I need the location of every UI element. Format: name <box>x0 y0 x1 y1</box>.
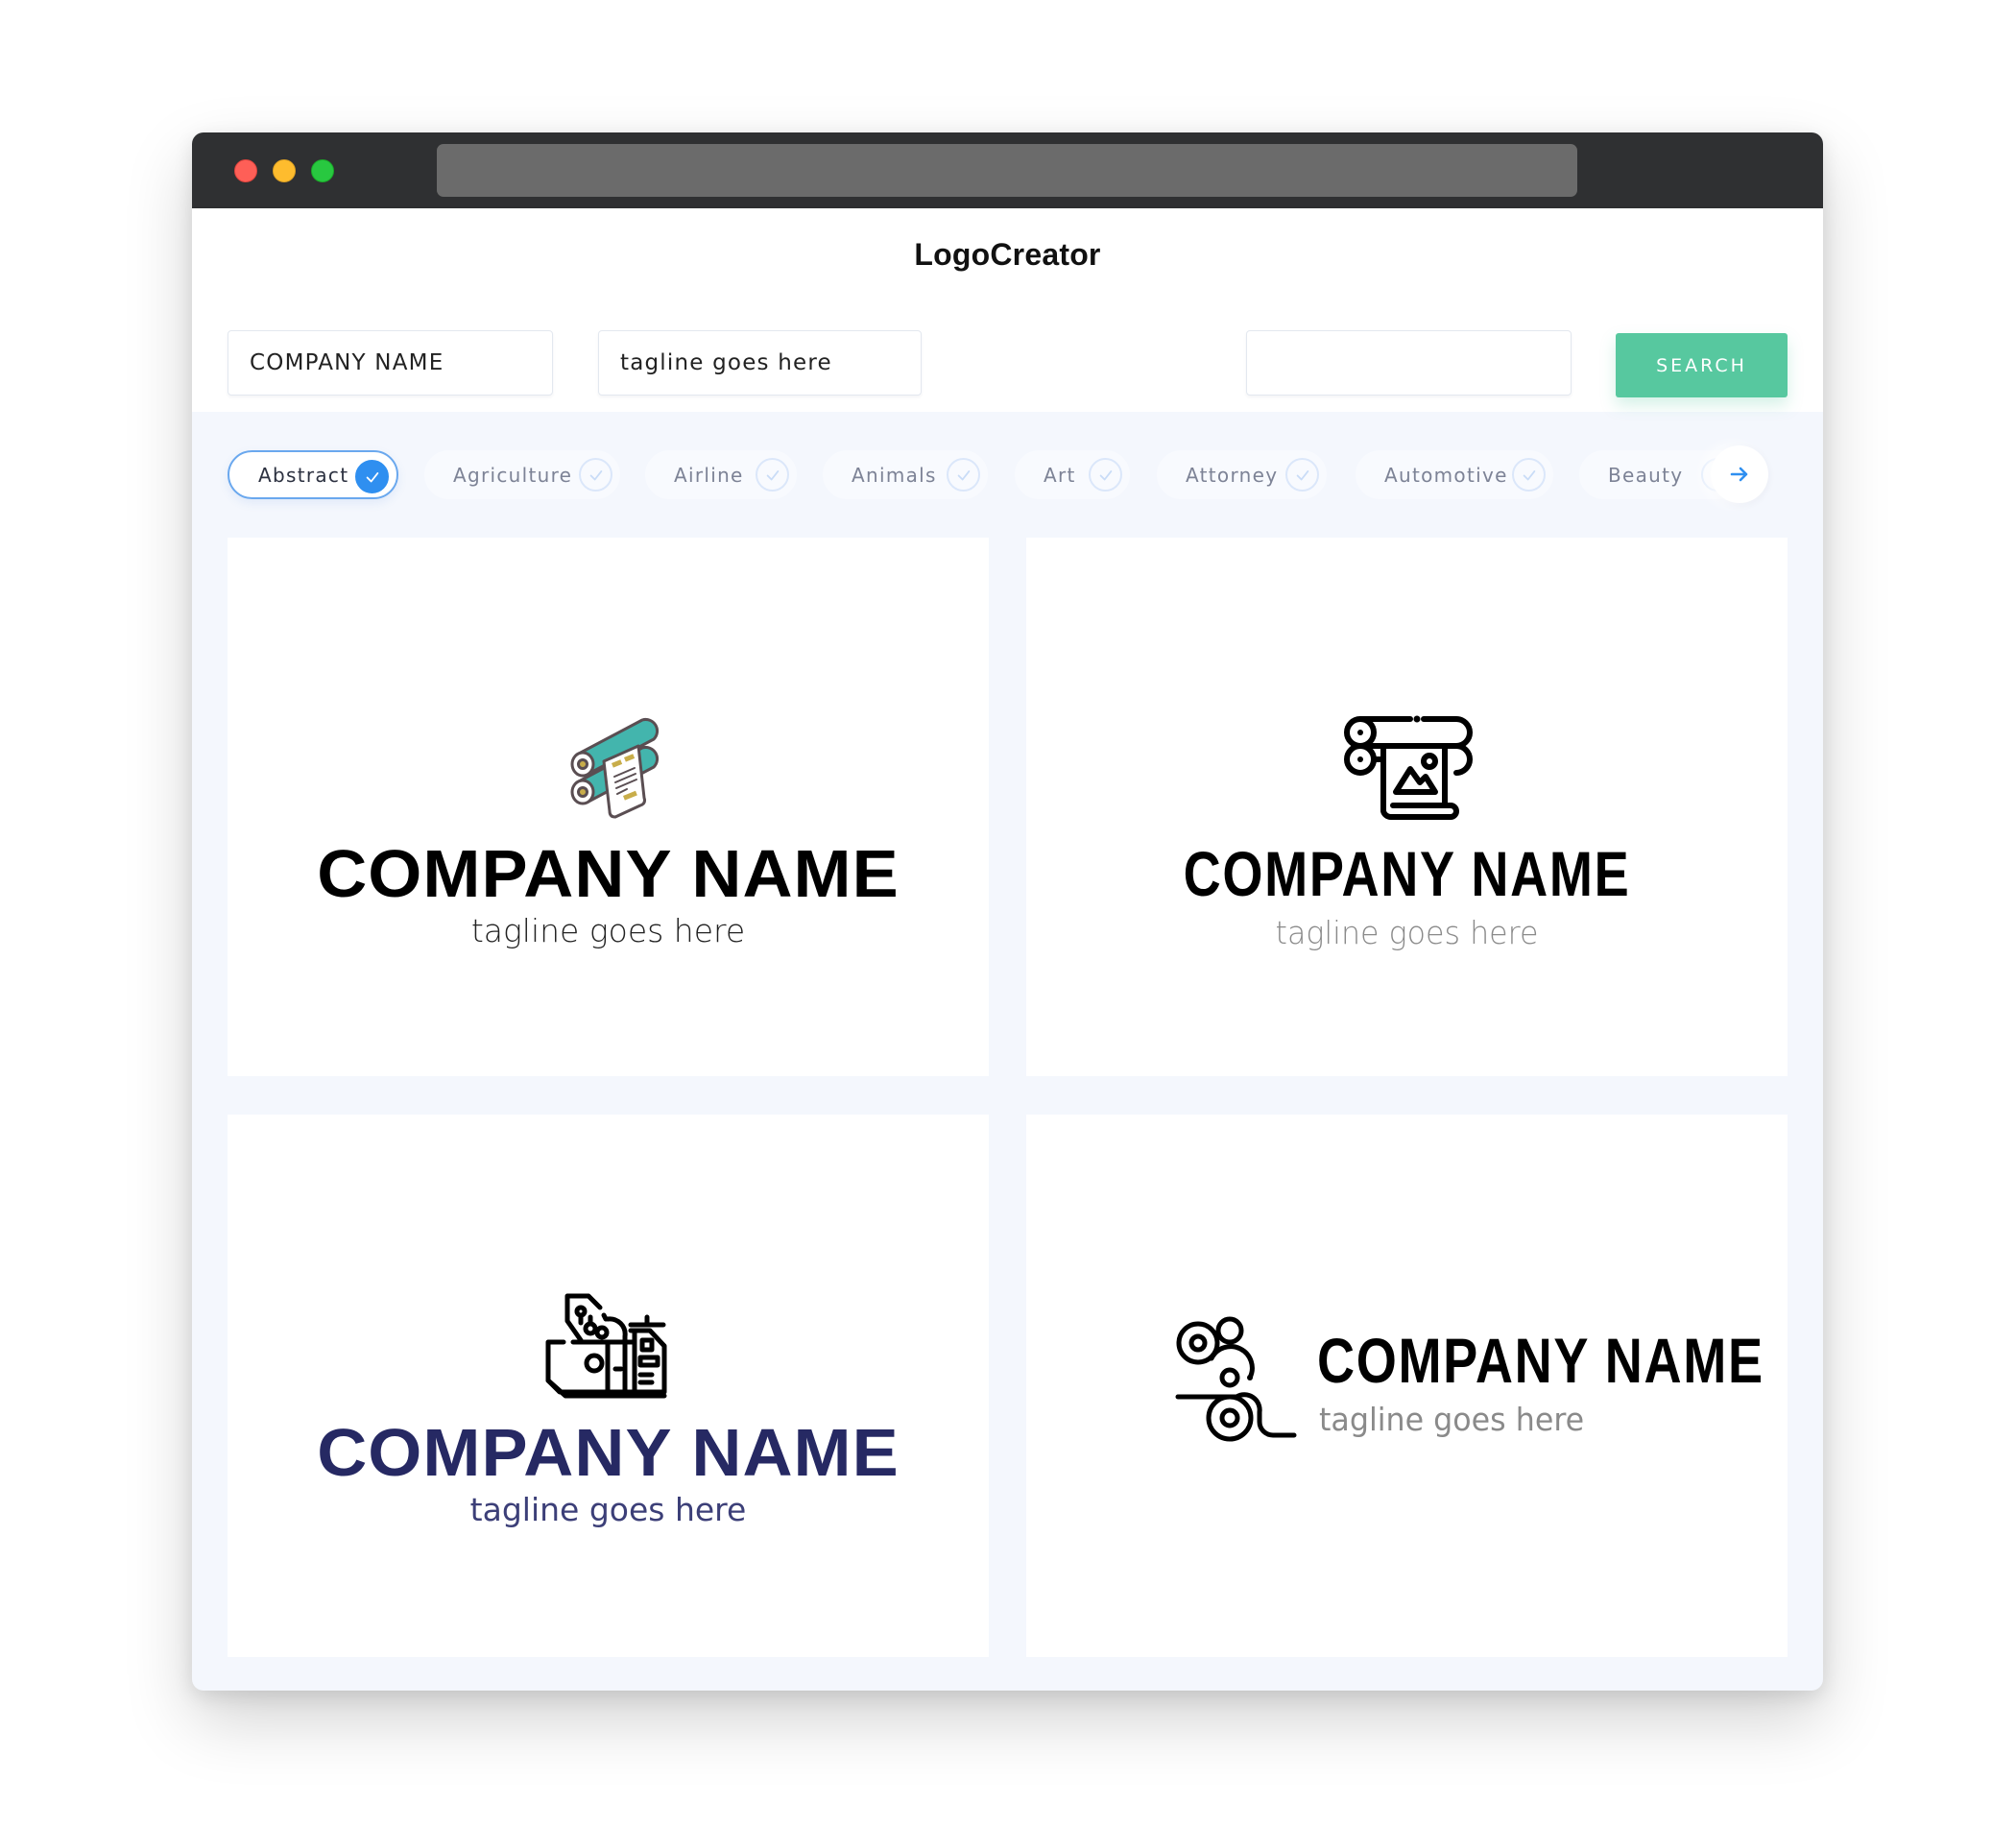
maximize-window-button[interactable] <box>311 159 334 182</box>
browser-window: LogoCreator SEARCH Abstract Agriculture … <box>192 132 1823 1691</box>
logo-card[interactable]: COMPANY NAME tagline goes here <box>228 538 989 1076</box>
paper-rollers-icon <box>1175 1316 1297 1442</box>
printing-press-machine-icon <box>545 1293 667 1399</box>
category-chip-art[interactable]: Art <box>1015 450 1130 499</box>
check-icon <box>355 460 389 493</box>
logo-card[interactable]: COMPANY NAME tagline goes here <box>228 1115 989 1657</box>
minimize-window-button[interactable] <box>273 159 296 182</box>
company-name-text: COMPANY NAME <box>317 836 900 911</box>
poster-printer-outline-icon <box>1344 715 1473 820</box>
address-bar[interactable] <box>437 144 1577 197</box>
company-name-field-wrapper <box>228 330 553 396</box>
next-categories-button[interactable] <box>1711 445 1768 503</box>
check-icon <box>947 458 980 492</box>
category-chip-abstract[interactable]: Abstract <box>228 450 398 499</box>
tagline-text: tagline goes here <box>1275 914 1539 951</box>
printing-rollers-color-icon <box>570 717 660 819</box>
category-label: Animals <box>852 463 937 487</box>
category-filter-bar: Abstract Agriculture Airline Animals Art… <box>228 432 1788 516</box>
company-name-text: COMPANY NAME <box>1317 1325 1764 1396</box>
check-icon <box>1512 458 1546 492</box>
tagline-text: tagline goes here <box>469 1491 747 1528</box>
category-chip-agriculture[interactable]: Agriculture <box>424 450 620 499</box>
tagline-input[interactable] <box>599 331 921 395</box>
category-label: Beauty <box>1608 463 1684 487</box>
company-name-text: COMPANY NAME <box>317 1415 900 1490</box>
search-button[interactable]: SEARCH <box>1616 333 1788 397</box>
arrow-right-icon <box>1730 467 1748 482</box>
category-label: Agriculture <box>453 463 573 487</box>
category-chip-attorney[interactable]: Attorney <box>1157 450 1327 499</box>
site-header: LogoCreator <box>192 208 1823 308</box>
tagline-text: tagline goes here <box>1319 1401 1585 1438</box>
search-bar: SEARCH <box>192 308 1823 412</box>
tagline-text: tagline goes here <box>470 912 746 949</box>
category-label: Automotive <box>1384 463 1508 487</box>
check-icon <box>1089 458 1122 492</box>
category-chip-automotive[interactable]: Automotive <box>1356 450 1553 499</box>
keyword-input[interactable] <box>1247 331 1571 395</box>
logo-card[interactable]: COMPANY NAME tagline goes here <box>1026 538 1788 1076</box>
check-icon <box>756 458 789 492</box>
category-label: Abstract <box>258 463 349 487</box>
check-icon <box>1285 458 1319 492</box>
company-name-text: COMPANY NAME <box>1183 838 1631 909</box>
company-name-input[interactable] <box>228 331 552 395</box>
close-window-button[interactable] <box>234 159 257 182</box>
category-chip-animals[interactable]: Animals <box>823 450 988 499</box>
keyword-field-wrapper <box>1246 330 1572 396</box>
brand-logo-text[interactable]: LogoCreator <box>192 237 1823 273</box>
category-label: Art <box>1044 463 1076 487</box>
category-chip-airline[interactable]: Airline <box>645 450 797 499</box>
tagline-field-wrapper <box>598 330 922 396</box>
category-label: Airline <box>674 463 744 487</box>
check-icon <box>579 458 612 492</box>
category-label: Attorney <box>1186 463 1279 487</box>
logo-card[interactable]: COMPANY NAME tagline goes here <box>1026 1115 1788 1657</box>
title-bar <box>192 132 1823 208</box>
